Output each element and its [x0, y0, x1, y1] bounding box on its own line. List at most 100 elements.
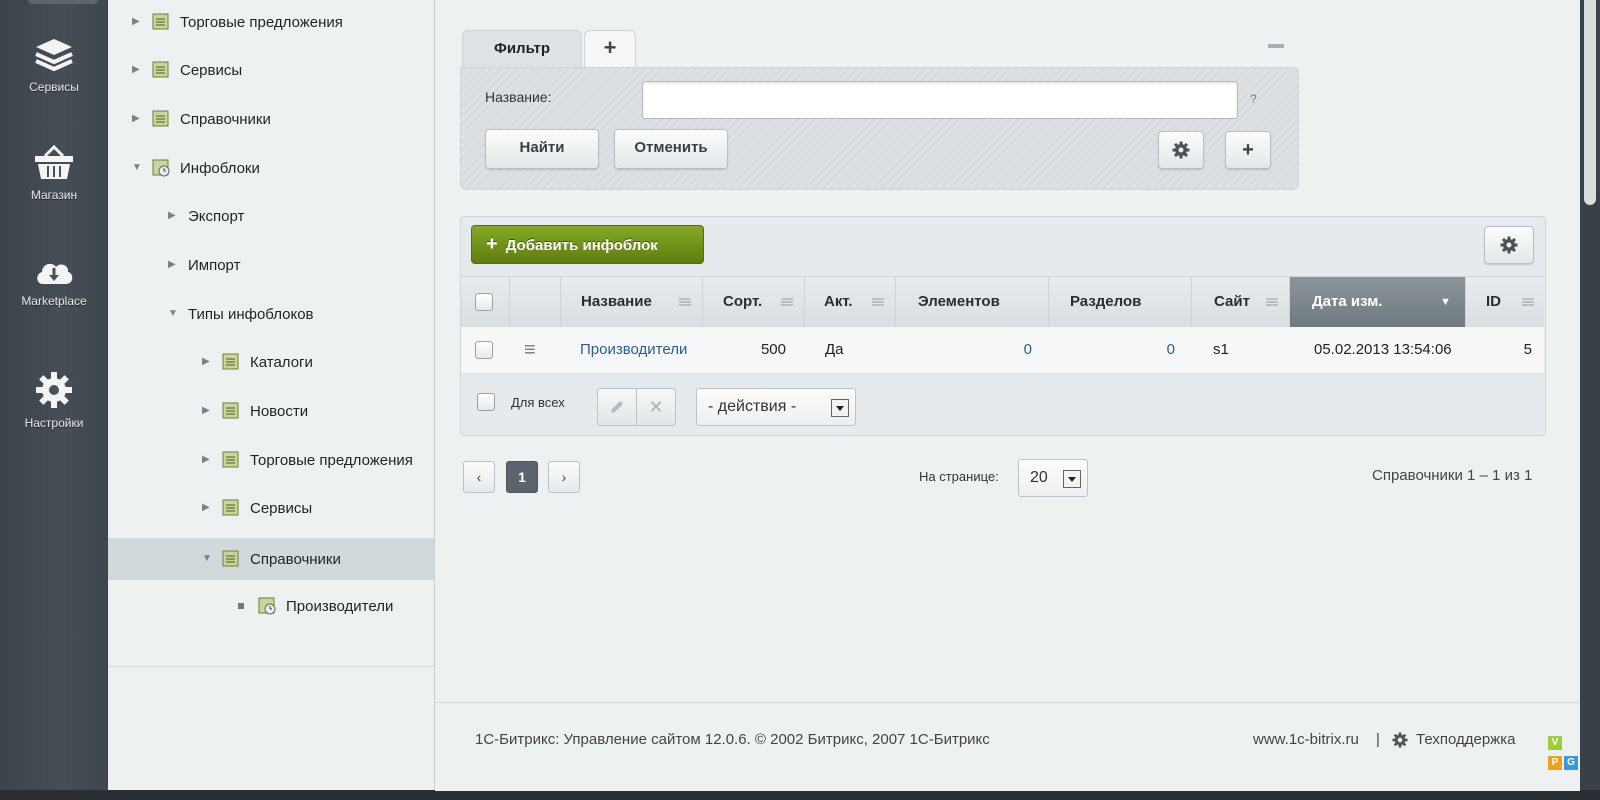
copyright-text: 1С-Битрикс: Управление сайтом 12.0.6. © … — [475, 731, 990, 748]
name-filter-label: Название: — [485, 89, 552, 105]
bitrix-site-link[interactable]: www.1c-bitrix.ru — [1253, 731, 1359, 748]
for-all-checkbox[interactable] — [477, 393, 495, 411]
expand-arrow-icon[interactable]: ▶ — [202, 503, 212, 513]
tree-node-label: Каталоги — [250, 353, 313, 371]
navigation-tree: ▶ Торговые предложения ▶ Сервисы ▶ Справ… — [108, 0, 435, 790]
expand-arrow-icon[interactable]: ▶ — [202, 357, 212, 367]
row-name-link[interactable]: Производители — [580, 327, 687, 373]
expand-arrow-icon[interactable]: ▶ — [202, 455, 212, 465]
expand-arrow-icon[interactable]: ▶ — [132, 17, 142, 27]
rail-item-shop[interactable]: Магазин — [0, 144, 108, 202]
pager-current-page[interactable]: 1 — [506, 461, 538, 493]
collapse-arrow-icon[interactable]: ▼ — [168, 309, 178, 319]
tree-node-services[interactable]: ▶ Сервисы — [108, 50, 434, 90]
expand-arrow-icon[interactable]: ▶ — [202, 406, 212, 416]
column-grip-icon[interactable] — [1266, 298, 1278, 306]
tree-node-offers[interactable]: ▶ Торговые предложения — [108, 2, 434, 42]
tree-node-label: Производители — [286, 597, 394, 615]
expand-arrow-icon[interactable]: ▶ — [168, 260, 178, 270]
pager-prev-button[interactable]: ‹ — [463, 461, 495, 493]
header-id[interactable]: ID — [1465, 277, 1545, 327]
tree-node-export[interactable]: ▶ Экспорт — [108, 196, 434, 236]
cancel-button[interactable]: Отменить — [614, 129, 728, 169]
expand-arrow-icon[interactable]: ▶ — [132, 114, 142, 124]
tree-node-infoblock-types[interactable]: ▼ Типы инфоблоков — [108, 294, 434, 334]
column-grip-icon[interactable] — [781, 298, 793, 306]
column-grip-icon[interactable] — [872, 298, 884, 306]
folder-list-icon — [152, 61, 170, 79]
row-checkbox[interactable] — [475, 341, 493, 359]
filter-tab[interactable]: Фильтр — [462, 30, 582, 69]
row-date: 05.02.2013 13:54:06 — [1314, 341, 1452, 358]
per-page-select[interactable]: 20 — [1018, 459, 1088, 497]
add-infoblock-button[interactable]: + Добавить инфоблок — [471, 225, 704, 264]
table-row[interactable]: ≡ Производители 500 Да 0 0 s1 05.02.2013… — [461, 327, 1544, 374]
sort-desc-icon: ▼ — [1440, 296, 1451, 308]
tree-node-label: Торговые предложения — [180, 13, 343, 31]
tree-node-label: Торговые предложения — [250, 451, 413, 469]
pager-next-button[interactable]: › — [548, 461, 580, 493]
folder-list-icon — [222, 550, 240, 568]
infoblock-icon — [258, 597, 276, 615]
row-elements-link[interactable]: 0 — [895, 327, 1032, 373]
scrollbar-thumb[interactable] — [1584, 0, 1596, 205]
header-elements-label: Элементов — [918, 293, 1000, 310]
header-active[interactable]: Акт. — [804, 277, 896, 327]
row-active: Да — [825, 341, 844, 358]
header-elements[interactable]: Элементов — [895, 277, 1049, 327]
list-settings-button[interactable] — [1484, 226, 1534, 264]
header-date-modified[interactable]: Дата изм. ▼ — [1289, 277, 1466, 327]
tree-node-label: Справочники — [250, 550, 341, 568]
help-icon[interactable]: ? — [1250, 92, 1257, 106]
header-site[interactable]: Сайт — [1191, 277, 1290, 327]
filter-settings-button[interactable] — [1158, 131, 1204, 169]
support-link[interactable]: Техподдержка — [1416, 731, 1515, 748]
rail-top-tab[interactable] — [28, 0, 98, 4]
rail-item-settings[interactable]: Настройки — [0, 370, 108, 430]
tree-node-manufacturers[interactable]: Производители — [108, 586, 434, 626]
tree-node-services-type[interactable]: ▶ Сервисы — [108, 488, 434, 528]
folder-list-icon — [152, 13, 170, 31]
row-site: s1 — [1213, 341, 1229, 358]
tree-node-import[interactable]: ▶ Импорт — [108, 245, 434, 285]
tree-node-catalogs[interactable]: ▶ Каталоги — [108, 342, 434, 382]
tree-node-offers-type[interactable]: ▶ Торговые предложения — [108, 440, 434, 480]
name-filter-input[interactable] — [642, 81, 1238, 119]
add-filter-tab-button[interactable]: + — [584, 30, 636, 67]
header-select-all[interactable] — [461, 277, 509, 327]
edit-selected-button[interactable] — [597, 388, 637, 426]
row-sections-link[interactable]: 0 — [1048, 327, 1175, 373]
collapse-filter-icon[interactable] — [1268, 44, 1284, 48]
tree-node-label: Импорт — [188, 256, 241, 274]
expand-arrow-icon[interactable]: ▶ — [168, 211, 178, 221]
header-actions-column — [509, 277, 560, 327]
group-actions-select[interactable]: - действия - — [696, 388, 856, 426]
row-id: 5 — [1523, 341, 1532, 358]
collapse-arrow-icon[interactable]: ▼ — [132, 163, 142, 173]
column-grip-icon[interactable] — [1522, 298, 1534, 306]
header-sort[interactable]: Сорт. — [702, 277, 805, 327]
tree-node-references[interactable]: ▶ Справочники — [108, 99, 434, 139]
for-all-label: Для всех — [511, 395, 565, 410]
select-all-checkbox[interactable] — [475, 293, 493, 311]
rail-item-services[interactable]: Сервисы — [0, 36, 108, 94]
tree-node-references-type[interactable]: ▼ Справочники — [108, 538, 434, 580]
expand-arrow-icon[interactable]: ▶ — [132, 65, 142, 75]
row-sort: 500 — [760, 341, 786, 358]
header-name[interactable]: Название — [560, 277, 703, 327]
folder-list-icon — [222, 402, 240, 420]
tree-node-label: Справочники — [180, 110, 271, 128]
scrollbar[interactable] — [1580, 0, 1600, 790]
collapse-arrow-icon[interactable]: ▼ — [202, 554, 212, 564]
rail-item-marketplace[interactable]: Marketplace — [0, 256, 108, 308]
header-sections[interactable]: Разделов — [1048, 277, 1192, 327]
delete-selected-button[interactable]: ✕ — [636, 388, 676, 426]
find-button[interactable]: Найти — [485, 129, 599, 169]
header-active-label: Акт. — [824, 293, 853, 310]
add-filter-field-button[interactable]: + — [1225, 131, 1271, 169]
vpg-watermark-logo: V P G — [1548, 736, 1580, 778]
row-menu-icon[interactable]: ≡ — [524, 327, 536, 373]
tree-node-infoblocks[interactable]: ▼ Инфоблоки — [108, 148, 434, 188]
tree-node-news[interactable]: ▶ Новости — [108, 391, 434, 431]
column-grip-icon[interactable] — [679, 298, 691, 306]
